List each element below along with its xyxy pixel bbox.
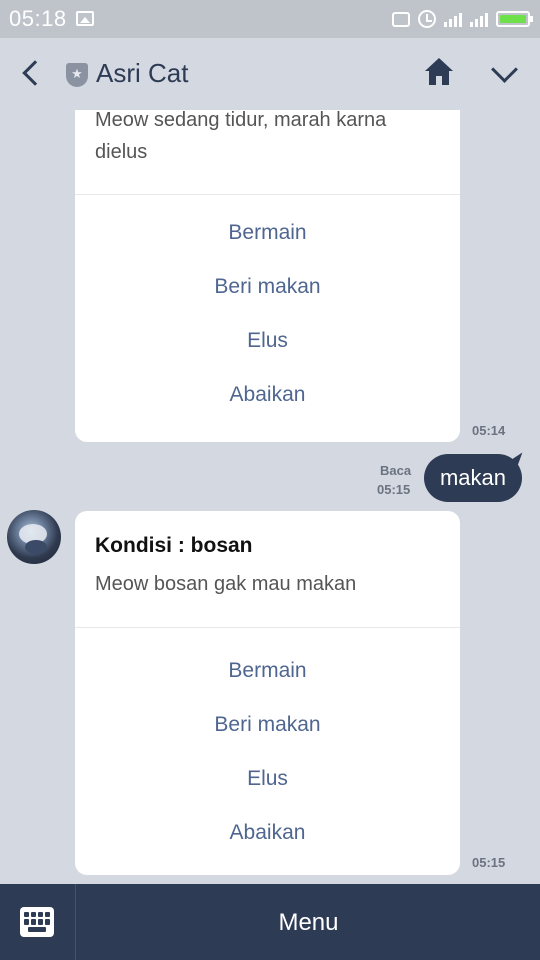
card-divider <box>75 194 460 195</box>
card-action-bermain[interactable]: Bermain <box>75 221 460 245</box>
avatar[interactable] <box>7 510 61 564</box>
card-action-bermain[interactable]: Bermain <box>75 659 460 683</box>
chat-area[interactable]: Meow sedang tidur, marah karna dielus Be… <box>0 110 540 884</box>
chevron-down-icon[interactable] <box>486 56 522 92</box>
card-action-abaikan[interactable]: Abaikan <box>75 821 460 845</box>
photo-icon <box>76 11 94 26</box>
read-receipt: Baca <box>380 463 412 478</box>
chat-header: ★ Asri Cat <box>0 38 540 110</box>
card-action-beri-makan[interactable]: Beri makan <box>75 275 460 299</box>
card-divider <box>75 627 460 628</box>
card-action-abaikan[interactable]: Abaikan <box>75 383 460 407</box>
signal-icon <box>444 11 462 27</box>
battery-charging-icon <box>496 11 533 27</box>
shield-icon: ★ <box>66 63 88 87</box>
bottom-bar: Menu <box>0 884 540 960</box>
message-card: Kondisi : bosan Meow bosan gak mau makan… <box>75 511 460 875</box>
status-time: 05:18 <box>9 6 67 31</box>
sent-message-bubble[interactable]: makan <box>424 454 522 502</box>
message-time: 05:15 <box>472 855 506 870</box>
card-description: Meow bosan gak mau makan <box>95 573 357 595</box>
home-icon[interactable] <box>422 56 456 90</box>
card-action-elus[interactable]: Elus <box>75 329 460 353</box>
chat-title: Asri Cat <box>96 58 189 88</box>
status-bar: 05:18 <box>0 0 540 38</box>
menu-button[interactable]: Menu <box>77 884 540 960</box>
message-time: 05:15 <box>377 482 411 497</box>
signal-icon <box>470 11 488 27</box>
keyboard-button[interactable] <box>0 884 76 960</box>
back-icon[interactable] <box>14 56 50 92</box>
status-icons <box>392 8 533 30</box>
card-action-elus[interactable]: Elus <box>75 767 460 791</box>
message-time: 05:14 <box>472 423 506 438</box>
card-title: Kondisi : bosan <box>95 534 253 557</box>
message-icon <box>392 11 410 27</box>
message-card: Meow sedang tidur, marah karna dielus Be… <box>75 110 460 442</box>
card-action-beri-makan[interactable]: Beri makan <box>75 713 460 737</box>
card-description: Meow sedang tidur, marah karna dielus <box>95 110 387 163</box>
keyboard-icon <box>20 907 54 937</box>
alarm-icon <box>418 10 436 28</box>
